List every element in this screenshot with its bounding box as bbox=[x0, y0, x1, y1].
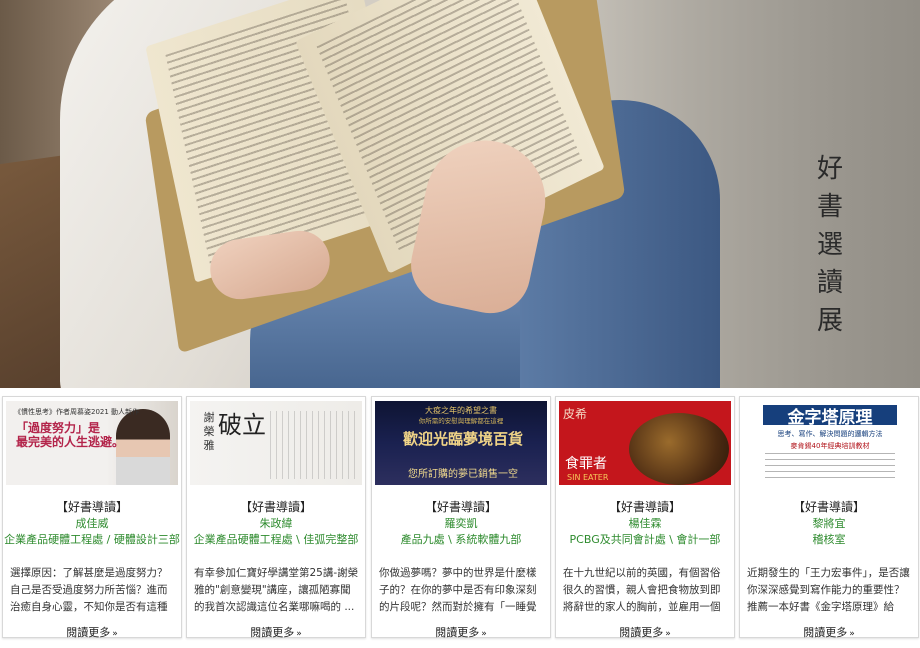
reviewer-dept: 產品九處 \ 系統軟體九部 bbox=[400, 533, 522, 546]
hero-title-char: 書 bbox=[816, 192, 843, 222]
book-cover[interactable]: 大疫之年的希望之書 你所需的安慰與理解都在這裡 歡迎光臨夢境百貨 您所訂購的夢已… bbox=[375, 401, 547, 485]
reviewer-dept: PCBG及共同會計處 \ 會計一部 bbox=[569, 533, 721, 546]
cover-subtitle: 您所訂購的夢已銷售一空 bbox=[408, 469, 518, 480]
card-tag: 【好書導讀】 bbox=[424, 500, 497, 514]
card-excerpt: 有幸參加仁寶好學講堂第25講-謝榮雅的"創意變現"講座，讓孤陋寡聞的我首次認識這… bbox=[194, 567, 359, 613]
cover-tagline: 麥肯錫40年經典培訓教材 bbox=[790, 442, 870, 450]
cover-author: 皮希 bbox=[563, 407, 588, 421]
reviewer-name: 楊佳霖 bbox=[628, 517, 662, 530]
book-card[interactable]: 大疫之年的希望之書 你所需的安慰與理解都在這裡 歡迎光臨夢境百貨 您所訂購的夢已… bbox=[371, 396, 551, 640]
card-excerpt: 選擇原因：了解甚麼是過度努力？自己是否受過度努力所苦惱？進而治癒自身心靈，不知你… bbox=[10, 567, 168, 613]
read-more-link[interactable]: 閱讀更多» bbox=[556, 624, 734, 640]
card-tag: 【好書導讀】 bbox=[608, 500, 681, 514]
read-more-label: 閱讀更多 bbox=[619, 626, 664, 639]
read-more-label: 閱讀更多 bbox=[66, 626, 111, 639]
card-tag: 【好書導讀】 bbox=[239, 500, 312, 514]
hero-title-char: 展 bbox=[816, 306, 843, 336]
cover-title: 金字塔原理 bbox=[787, 408, 873, 428]
book-cover[interactable]: 皮希 食罪者 SIN EATER bbox=[559, 401, 731, 485]
book-card[interactable]: 金字塔原理 思考、寫作、解決問題的邏輯方法 麥肯錫40年經典培訓教材 【好書導讀… bbox=[739, 396, 919, 640]
double-chevron-right-icon: » bbox=[665, 629, 671, 639]
cover-title: 歡迎光臨夢境百貨 bbox=[402, 430, 523, 448]
read-more-link[interactable]: 閱讀更多» bbox=[3, 624, 181, 640]
book-card[interactable]: 皮希 食罪者 SIN EATER 【好書導讀】 楊佳霖 PCBG及共同會計處 \… bbox=[555, 396, 735, 640]
reviewer-name: 黎將宜 bbox=[812, 517, 846, 530]
double-chevron-right-icon: » bbox=[481, 629, 487, 639]
cover-text-columns bbox=[270, 411, 356, 479]
cover-title: 破立 bbox=[218, 411, 266, 439]
card-excerpt: 在十九世紀以前的英國，有個習俗很久的習慣，親人會把食物放到即將辭世的家人的胸前，… bbox=[563, 567, 721, 613]
book-card[interactable]: 《慣性思考》作者周慕姿2021 動人新作 「過度努力」是 最完美的人生逃避。 【… bbox=[2, 396, 182, 640]
reviewer-name: 羅奕凱 bbox=[444, 517, 478, 530]
reviewer-dept: 企業產品硬體工程處 / 硬體設計三部 bbox=[4, 533, 180, 546]
reviewer-name: 朱政緯 bbox=[259, 517, 293, 530]
reviewer-dept: 稽核室 bbox=[812, 533, 846, 546]
card-excerpt: 近期發生的「王力宏事件」，是否讓你深深感覺到寫作能力的重要性？推薦一本好書《金字… bbox=[747, 567, 910, 613]
cover-title: 食罪者 bbox=[565, 456, 607, 472]
cover-text-lines bbox=[765, 453, 895, 481]
read-more-link[interactable]: 閱讀更多» bbox=[740, 624, 918, 640]
cover-english-title: SIN EATER bbox=[567, 473, 609, 482]
double-chevron-right-icon: » bbox=[849, 629, 855, 639]
read-more-label: 閱讀更多 bbox=[250, 626, 295, 639]
reviewer-dept: 企業產品硬體工程處 \ 佳弧完整部 bbox=[193, 533, 359, 546]
cover-title-line2: 最完美的人生逃避。 bbox=[16, 435, 125, 449]
cover-subtitle: 思考、寫作、解決問題的邏輯方法 bbox=[777, 430, 883, 438]
hero-title-char: 選 bbox=[816, 230, 843, 260]
card-tag: 【好書導讀】 bbox=[792, 500, 865, 514]
read-more-link[interactable]: 閱讀更多» bbox=[187, 624, 365, 640]
cover-author: 謝榮雅 bbox=[203, 411, 215, 452]
double-chevron-right-icon: » bbox=[296, 629, 302, 639]
read-more-link[interactable]: 閱讀更多» bbox=[372, 624, 550, 640]
hero-banner: 好 書 選 讀 展 bbox=[0, 0, 920, 388]
hero-title: 好 書 選 讀 展 bbox=[812, 150, 848, 340]
cover-header: 《慣性思考》作者周慕姿2021 動人新作 bbox=[14, 408, 140, 416]
double-chevron-right-icon: » bbox=[112, 629, 118, 639]
card-tag: 【好書導讀】 bbox=[55, 500, 128, 514]
cover-subtagline: 你所需的安慰與理解都在這裡 bbox=[418, 417, 504, 425]
book-cover[interactable]: 金字塔原理 思考、寫作、解決問題的邏輯方法 麥肯錫40年經典培訓教材 bbox=[743, 401, 915, 485]
book-card-list: 《慣性思考》作者周慕姿2021 動人新作 「過度努力」是 最完美的人生逃避。 【… bbox=[0, 392, 920, 644]
author-photo bbox=[116, 409, 170, 485]
card-excerpt: 你做過夢嗎？夢中的世界是什麼樣子的？在你的夢中是否有印象深刻的片段呢？然而對於擁… bbox=[379, 567, 537, 613]
read-more-label: 閱讀更多 bbox=[435, 626, 480, 639]
cover-artwork bbox=[629, 413, 729, 485]
book-card[interactable]: 謝榮雅 破立 【好書導讀】 朱政緯 企業產品硬體工程處 \ 佳弧完整部 有幸參加… bbox=[186, 396, 366, 640]
reviewer-name: 成佳威 bbox=[75, 517, 109, 530]
book-cover[interactable]: 《慣性思考》作者周慕姿2021 動人新作 「過度努力」是 最完美的人生逃避。 bbox=[6, 401, 178, 485]
hero-title-char: 好 bbox=[816, 154, 843, 184]
hero-title-char: 讀 bbox=[816, 268, 843, 298]
read-more-label: 閱讀更多 bbox=[803, 626, 848, 639]
book-cover[interactable]: 謝榮雅 破立 bbox=[190, 401, 362, 485]
